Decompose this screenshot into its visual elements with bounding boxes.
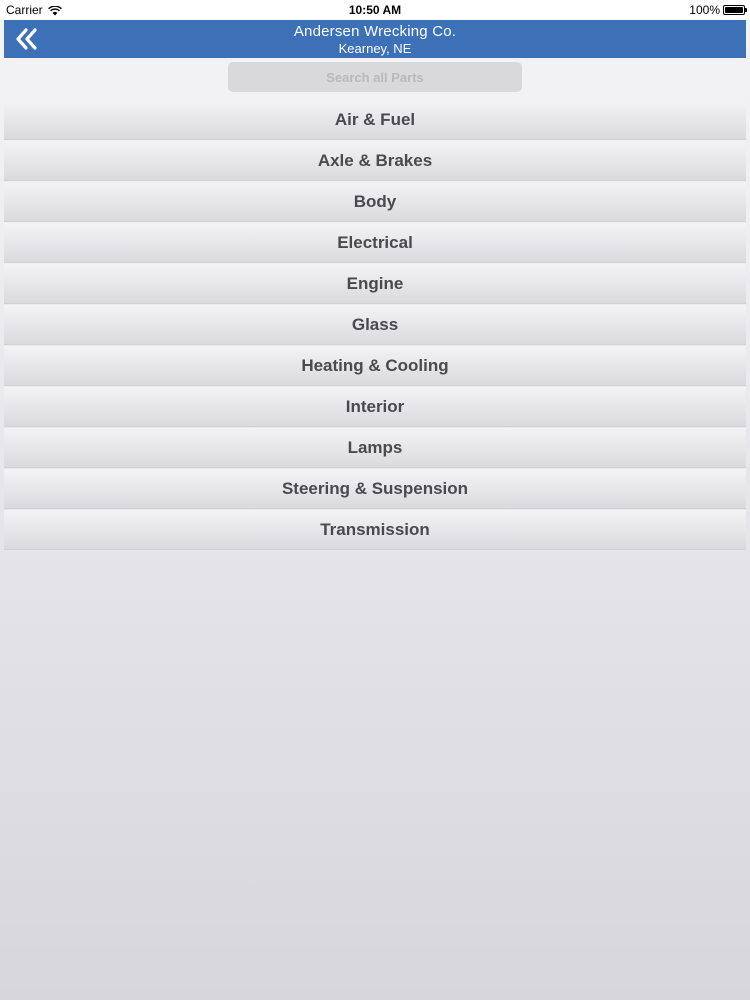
category-list: Air & Fuel Axle & Brakes Body Electrical… bbox=[4, 100, 746, 551]
status-right: 100% bbox=[689, 3, 747, 17]
header-subtitle: Kearney, NE bbox=[338, 41, 412, 56]
category-item-transmission[interactable]: Transmission bbox=[4, 510, 746, 550]
category-item-electrical[interactable]: Electrical bbox=[4, 223, 746, 263]
status-time: 10:50 AM bbox=[348, 3, 402, 17]
battery-icon bbox=[723, 5, 747, 15]
category-item-air-fuel[interactable]: Air & Fuel bbox=[4, 100, 746, 140]
battery-percentage: 100% bbox=[689, 3, 720, 17]
header-title: Andersen Wrecking Co. bbox=[293, 23, 457, 40]
status-bar: Carrier 10:50 AM 100% bbox=[0, 0, 750, 20]
search-input[interactable] bbox=[228, 62, 522, 92]
app-header: Andersen Wrecking Co. Kearney, NE bbox=[4, 20, 746, 58]
category-item-heating-cooling[interactable]: Heating & Cooling bbox=[4, 346, 746, 386]
category-item-axle-brakes[interactable]: Axle & Brakes bbox=[4, 141, 746, 181]
category-item-interior[interactable]: Interior bbox=[4, 387, 746, 427]
category-item-lamps[interactable]: Lamps bbox=[4, 428, 746, 468]
category-item-steering-suspension[interactable]: Steering & Suspension bbox=[4, 469, 746, 509]
category-item-glass[interactable]: Glass bbox=[4, 305, 746, 345]
category-item-engine[interactable]: Engine bbox=[4, 264, 746, 304]
category-item-body[interactable]: Body bbox=[4, 182, 746, 222]
